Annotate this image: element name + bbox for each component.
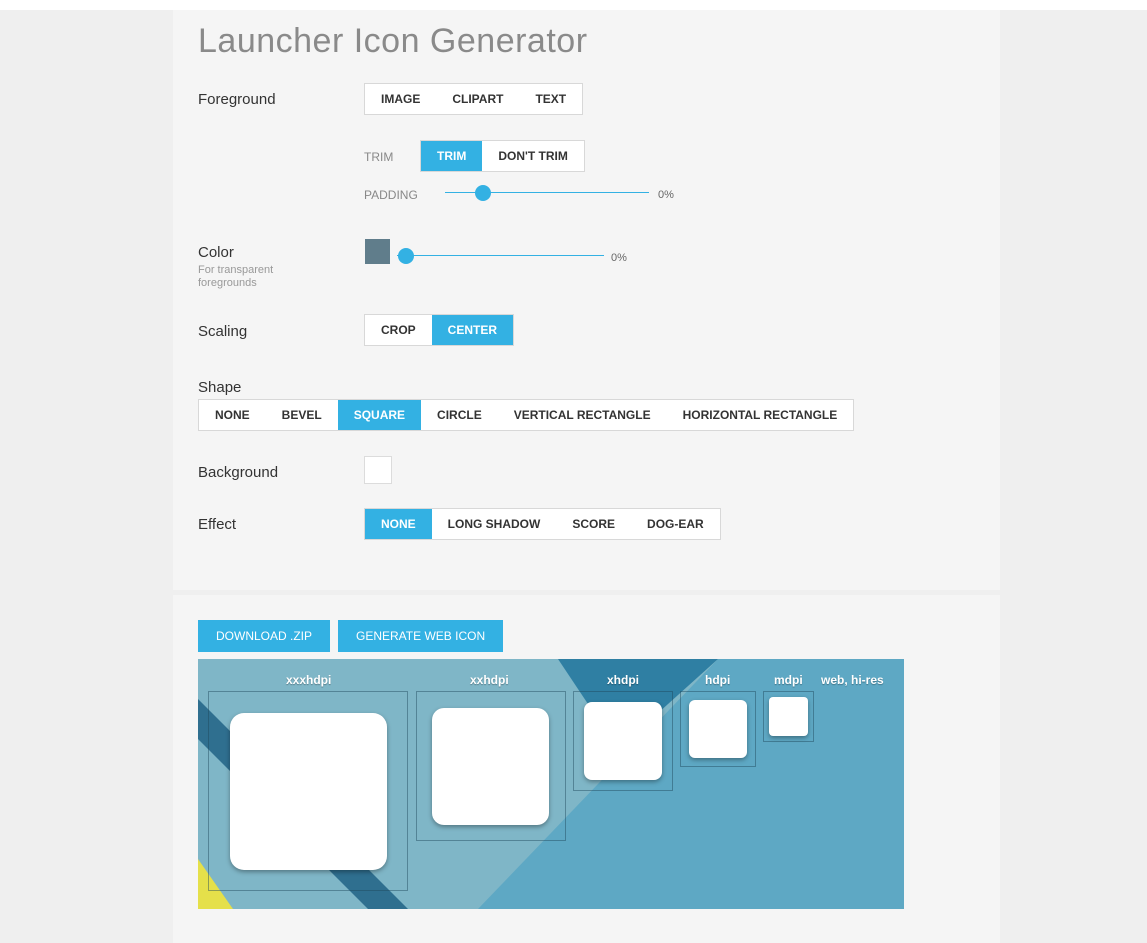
color-sublabel: For transparent foregrounds [198,264,274,289]
foreground-source-group: IMAGE CLIPART TEXT [364,83,584,115]
scaling-label: Scaling [198,323,248,340]
color-opacity-value: 0% [611,252,627,264]
scaling-group: CROP CENTER [364,314,515,346]
icon-preview-xxxhdpi [230,713,387,870]
foreground-image-button[interactable]: IMAGE [365,84,436,114]
dont-trim-button[interactable]: DON'T TRIM [482,141,584,171]
density-label-web-hires: web, hi-res [821,673,884,687]
color-slider-track [397,255,604,256]
color-label: Color [198,244,234,261]
foreground-color-swatch[interactable] [365,239,390,264]
color-opacity-slider[interactable] [397,247,604,265]
scaling-crop-button[interactable]: CROP [365,315,432,345]
trim-caption: TRIM [364,150,394,164]
padding-value: 0% [658,189,674,201]
output-panel: DOWNLOAD .ZIP GENERATE WEB ICON xxxhdpi … [173,595,1000,943]
effect-dog-ear-button[interactable]: DOG-EAR [631,509,720,539]
icon-preview-area: xxxhdpi xxhdpi xhdpi hdpi mdpi web, hi-r… [198,659,904,909]
effect-group: NONE LONG SHADOW SCORE DOG-EAR [364,508,721,540]
trim-button[interactable]: TRIM [421,141,483,171]
density-label-xxxhdpi: xxxhdpi [286,673,332,687]
padding-caption: PADDING [364,188,418,202]
shape-group: NONE BEVEL SQUARE CIRCLE VERTICAL RECTAN… [198,399,855,431]
shape-none-button[interactable]: NONE [199,400,266,430]
icon-preview-hdpi [689,700,747,758]
shape-circle-button[interactable]: CIRCLE [421,400,498,430]
density-label-mdpi: mdpi [774,673,803,687]
shape-vertical-rectangle-button[interactable]: VERTICAL RECTANGLE [498,400,667,430]
shape-horizontal-rectangle-button[interactable]: HORIZONTAL RECTANGLE [667,400,854,430]
settings-panel: Launcher Icon Generator Foreground IMAGE… [173,10,1000,590]
icon-preview-xhdpi [584,702,662,780]
effect-none-button[interactable]: NONE [365,509,432,539]
shape-label: Shape [198,379,242,396]
trim-group: TRIM DON'T TRIM [420,140,585,172]
padding-slider-thumb[interactable] [475,185,491,201]
icon-preview-xxhdpi [432,708,549,825]
generate-web-icon-button[interactable]: GENERATE WEB ICON [338,620,504,652]
effect-long-shadow-button[interactable]: LONG SHADOW [432,509,557,539]
icon-preview-mdpi [769,697,808,736]
density-label-xhdpi: xhdpi [607,673,639,687]
top-strip [0,0,1147,10]
shape-bevel-button[interactable]: BEVEL [266,400,338,430]
background-label: Background [198,464,279,481]
effect-label: Effect [198,516,237,533]
density-label-hdpi: hdpi [705,673,731,687]
foreground-text-button[interactable]: TEXT [519,84,582,114]
foreground-label: Foreground [198,91,276,108]
background-color-swatch[interactable] [364,456,392,484]
foreground-clipart-button[interactable]: CLIPART [436,84,519,114]
color-slider-thumb[interactable] [398,248,414,264]
padding-slider[interactable] [445,184,649,202]
density-label-xxhdpi: xxhdpi [470,673,509,687]
effect-score-button[interactable]: SCORE [556,509,631,539]
shape-square-button[interactable]: SQUARE [337,400,422,430]
scaling-center-button[interactable]: CENTER [431,315,514,345]
page-title: Launcher Icon Generator [198,22,588,60]
download-zip-button[interactable]: DOWNLOAD .ZIP [198,620,331,652]
